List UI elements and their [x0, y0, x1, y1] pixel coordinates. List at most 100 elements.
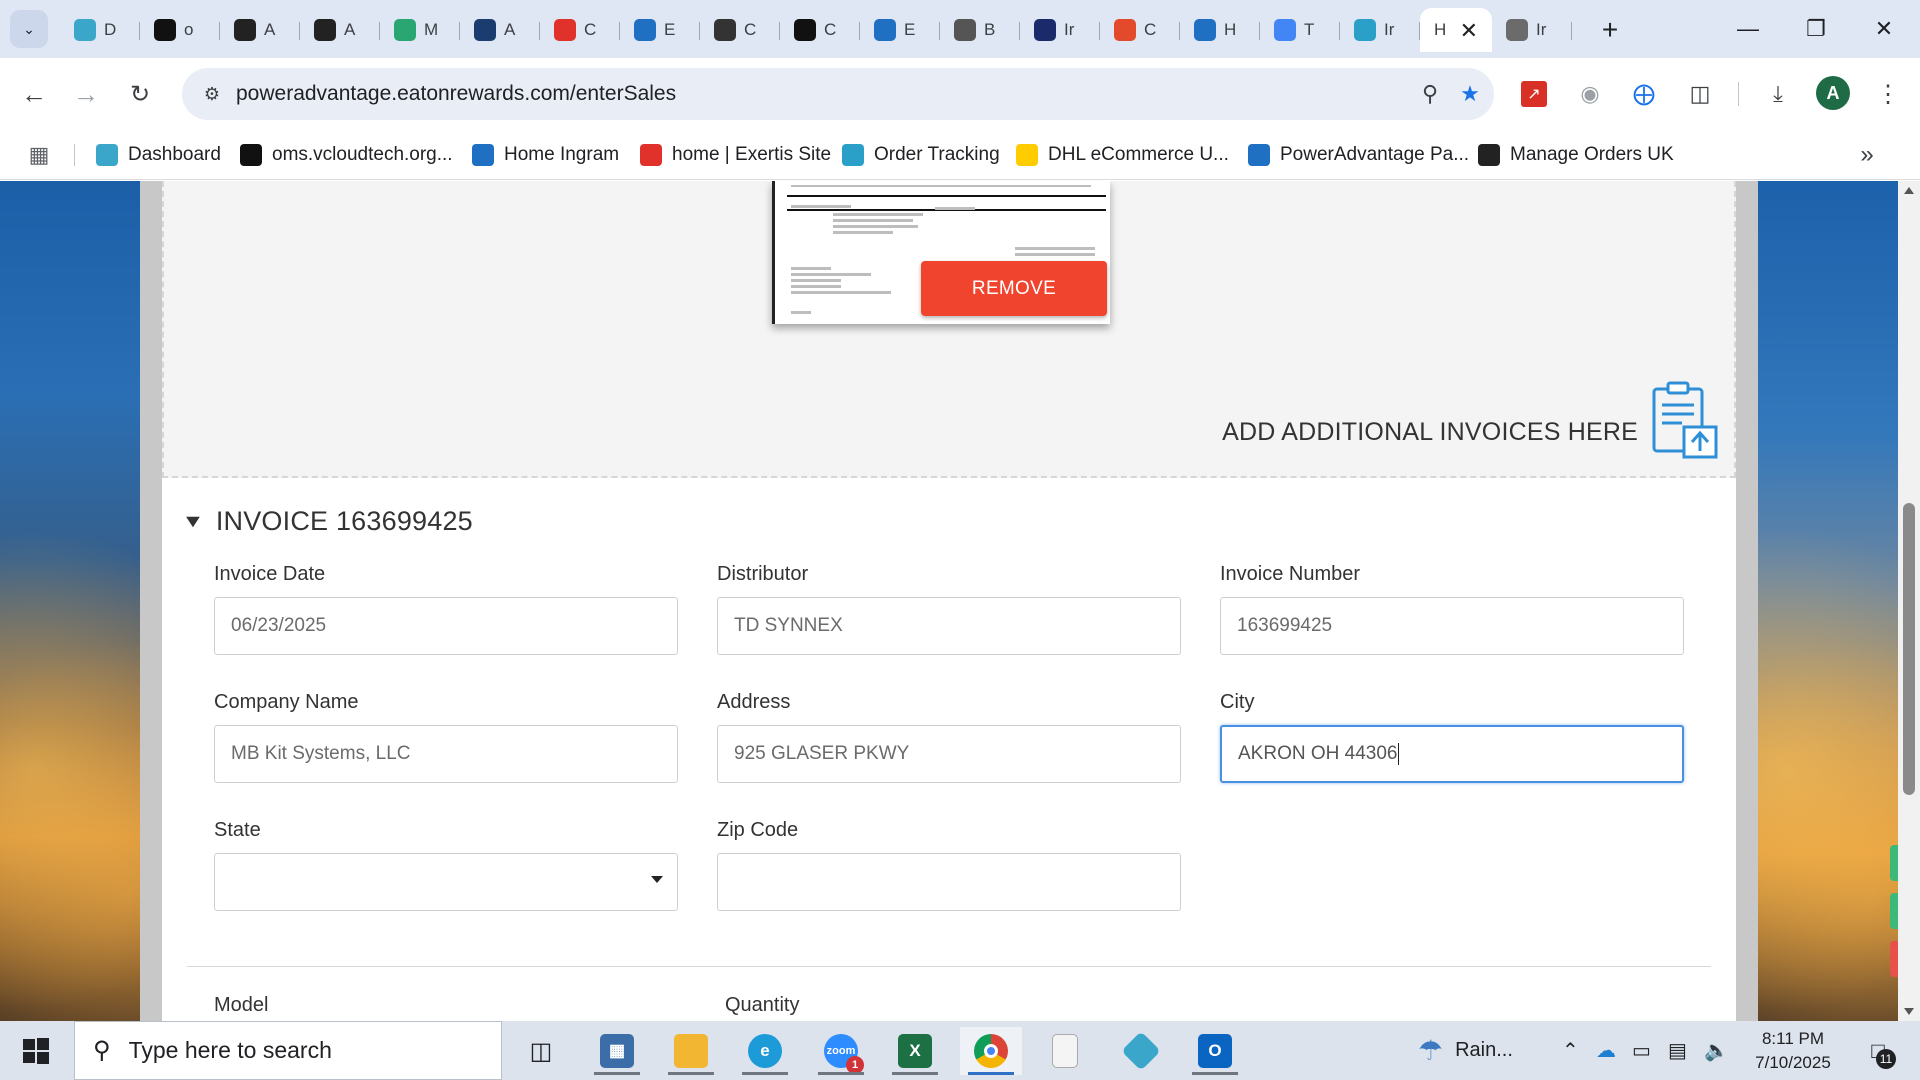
browser-tab[interactable]: T [1260, 8, 1340, 52]
minimize-button[interactable]: — [1714, 0, 1782, 58]
browser-tab[interactable]: Ir [1020, 8, 1100, 52]
onedrive-tray[interactable]: ☁ [1596, 1021, 1616, 1080]
browser-tab[interactable]: C [540, 8, 620, 52]
distributor-input[interactable]: TD SYNNEX [717, 597, 1181, 655]
system-clock[interactable]: 8:11 PM 7/10/2025 [1738, 1027, 1848, 1075]
browser-tab[interactable]: A [300, 8, 380, 52]
browser-tab[interactable]: A [460, 8, 540, 52]
taskbar-excel[interactable]: X [884, 1027, 946, 1075]
state-select[interactable] [214, 853, 678, 911]
taskbar-file-explorer[interactable] [660, 1027, 722, 1075]
bookmark-item[interactable]: DHL eCommerce U... [1016, 140, 1229, 170]
thumbnail-line [791, 205, 851, 208]
bookmark-item[interactable]: oms.vcloudtech.org... [240, 140, 453, 170]
browser-tab[interactable]: M [380, 8, 460, 52]
browser-tab[interactable]: o [140, 8, 220, 52]
scroll-up-arrow-icon[interactable] [1904, 187, 1914, 194]
chrome-icon [974, 1034, 1008, 1068]
volume-tray[interactable]: 🔈 [1704, 1021, 1729, 1080]
reload-button[interactable]: ↻ [120, 74, 160, 114]
site-info-button[interactable]: ⚙ [196, 78, 228, 110]
bookmark-item[interactable]: Dashboard [96, 140, 221, 170]
menu-button[interactable]: ⋮ [1872, 78, 1904, 110]
taskbar-edge[interactable]: e [734, 1027, 796, 1075]
double-chevron-right-icon: » [1860, 141, 1874, 168]
address-bar[interactable]: ⚙ poweradvantage.eatonrewards.com/enterS… [182, 68, 1494, 120]
forward-button[interactable]: → [66, 74, 106, 114]
company-name-input[interactable]: MB Kit Systems, LLC [214, 725, 678, 783]
invoice-number-input[interactable]: 163699425 [1220, 597, 1684, 655]
invoice-date-label: Invoice Date [214, 563, 326, 585]
url-text[interactable]: poweradvantage.eatonrewards.com/enterSal… [236, 82, 676, 106]
tab-active[interactable]: H ✕ [1420, 8, 1492, 52]
folder-icon [674, 1034, 708, 1068]
apps-button[interactable]: ▦ [24, 140, 54, 170]
browser-tab[interactable]: E [860, 8, 940, 52]
browser-tab[interactable]: C [700, 8, 780, 52]
scrollbar-thumb[interactable] [1903, 503, 1915, 795]
scroll-down-arrow-icon[interactable] [1904, 1008, 1914, 1015]
network-tray[interactable]: ▤ [1668, 1021, 1687, 1080]
invoice-number-label: Invoice Number [1220, 563, 1361, 585]
task-view-button[interactable]: ◫ [510, 1027, 572, 1075]
more-bookmarks-button[interactable]: » [1852, 140, 1882, 170]
bookmark-star-button[interactable]: ★ [1454, 78, 1486, 110]
taskbar-chrome[interactable] [960, 1027, 1022, 1075]
extension-circle[interactable]: ⨁ [1628, 78, 1660, 110]
browser-tab[interactable]: D [60, 8, 140, 52]
close-tab-icon[interactable]: ✕ [1460, 18, 1478, 44]
browser-tab[interactable]: E [620, 8, 700, 52]
restore-button[interactable]: ❐ [1782, 0, 1850, 58]
taskbar-zoom[interactable]: zoom 1 [810, 1027, 872, 1075]
start-button[interactable] [12, 1031, 60, 1071]
bookmark-item[interactable]: Order Tracking [842, 140, 1000, 170]
taskbar-app-hexagon[interactable] [1110, 1027, 1172, 1075]
bookmark-item[interactable]: home | Exertis Site [640, 140, 831, 170]
bookmark-item[interactable]: Manage Orders UK [1478, 140, 1674, 170]
remove-invoice-button[interactable]: REMOVE [921, 261, 1107, 316]
browser-tab[interactable]: Ir [1492, 8, 1572, 52]
show-hidden-icons-button[interactable]: ⌃ [1562, 1021, 1579, 1080]
invoice-upload-dropzone[interactable]: REMOVE ADD ADDITIONAL INVOICES HERE [162, 181, 1736, 478]
downloads-button[interactable]: ⤓ [1762, 78, 1794, 110]
browser-tab[interactable]: B [940, 8, 1020, 52]
profile-avatar[interactable]: A [1816, 76, 1850, 110]
address-input[interactable]: 925 GLASER PKWY [717, 725, 1181, 783]
google-icon [1274, 19, 1296, 41]
thumbnail-line [791, 279, 841, 282]
clipboard-upload-icon[interactable] [1652, 381, 1718, 459]
add-invoices-label[interactable]: ADD ADDITIONAL INVOICES HERE [1222, 418, 1638, 447]
extensions-button[interactable]: ◫ [1684, 78, 1716, 110]
close-window-button[interactable]: ✕ [1850, 0, 1918, 58]
bookmark-label: Manage Orders UK [1510, 144, 1674, 165]
clock-date: 7/10/2025 [1755, 1053, 1831, 1072]
browser-tab[interactable]: C [1100, 8, 1180, 52]
browser-tab[interactable]: H [1180, 8, 1260, 52]
e-logo-icon [1248, 144, 1270, 166]
browser-tab[interactable]: C [780, 8, 860, 52]
city-input[interactable]: AKRON OH 44306 [1220, 725, 1684, 783]
bookmark-item[interactable]: Home Ingram [472, 140, 619, 170]
taskbar-search[interactable]: ⚲ Type here to search [74, 1021, 502, 1080]
invoice-section-toggle[interactable]: ▼ INVOICE 163699425 [181, 506, 473, 537]
browser-tab[interactable]: A [220, 8, 300, 52]
browser-tab[interactable]: Ir [1340, 8, 1420, 52]
battery-tray[interactable]: ▭ [1632, 1021, 1651, 1080]
invoice-date-input[interactable]: 06/23/2025 [214, 597, 678, 655]
lightbulb-icon [954, 19, 976, 41]
e-logo-icon [874, 19, 896, 41]
weather-widget[interactable]: ☂ Rain... [1418, 1021, 1513, 1080]
taskbar-notepad[interactable] [1034, 1027, 1096, 1075]
tab-search-button[interactable]: ⌄ [10, 10, 48, 48]
zoom-button[interactable]: ⚲ [1414, 78, 1446, 110]
back-button[interactable]: ← [14, 74, 54, 114]
taskbar-outlook[interactable]: O [1184, 1027, 1246, 1075]
taskbar-calculator[interactable]: ▦ [586, 1027, 648, 1075]
notifications-button[interactable]: □ 11 [1858, 1033, 1898, 1069]
zip-code-input[interactable] [717, 853, 1181, 911]
page-scrollbar[interactable] [1898, 181, 1920, 1021]
new-tab-button[interactable]: + [1592, 12, 1628, 48]
extension-red-arrow[interactable]: ↗ [1518, 78, 1550, 110]
bookmark-item[interactable]: PowerAdvantage Pa... [1248, 140, 1469, 170]
extension-globe[interactable]: ◉ [1574, 78, 1606, 110]
